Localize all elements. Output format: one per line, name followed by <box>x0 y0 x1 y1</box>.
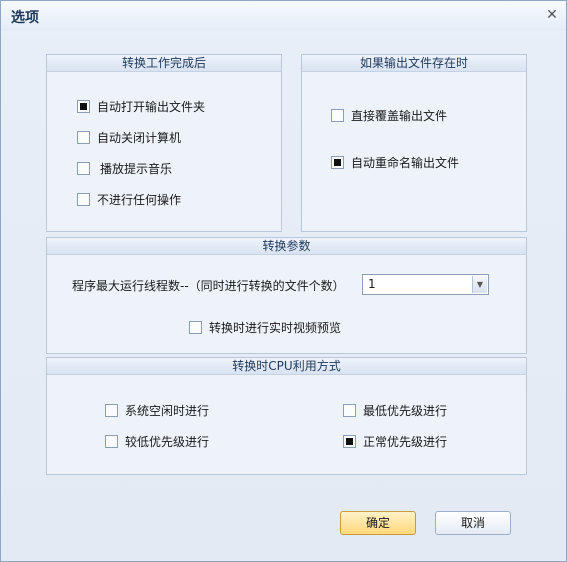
checkbox[interactable] <box>343 404 356 417</box>
option-realtime-preview[interactable]: 转换时进行实时视频预览 <box>189 319 341 336</box>
option-play-sound[interactable]: 播放提示音乐 <box>77 160 172 177</box>
checkbox[interactable] <box>77 100 90 113</box>
option-label: 系统空闲时进行 <box>125 404 210 418</box>
title-bar: 选项 ✕ <box>1 1 566 31</box>
option-label: 直接覆盖输出文件 <box>351 109 448 123</box>
option-auto-rename[interactable]: 自动重命名输出文件 <box>331 154 459 171</box>
option-overwrite[interactable]: 直接覆盖输出文件 <box>331 107 447 124</box>
threads-select[interactable]: 1 ▼ <box>362 274 489 295</box>
checkbox[interactable] <box>105 435 118 448</box>
checkbox[interactable] <box>343 435 356 448</box>
group-file-exists: 如果输出文件存在时 直接覆盖输出文件 自动重命名输出文件 <box>301 54 527 232</box>
option-label: 不进行任何操作 <box>97 193 182 207</box>
checkbox[interactable] <box>77 162 90 175</box>
chevron-down-icon[interactable]: ▼ <box>472 276 487 293</box>
option-label: 最低优先级进行 <box>363 404 448 418</box>
ok-button[interactable]: 确定 <box>340 511 416 535</box>
option-label: 较低优先级进行 <box>125 435 210 449</box>
group-after-conversion: 转换工作完成后 自动打开输出文件夹 自动关闭计算机 播放提示音乐 不进行任何操作 <box>46 54 282 232</box>
group-cpu-usage-title: 转换时CPU利用方式 <box>47 358 526 375</box>
group-conversion-params: 转换参数 程序最大运行线程数--（同时进行转换的文件个数） 1 ▼ 转换时进行实… <box>46 237 527 354</box>
checkbox[interactable] <box>105 404 118 417</box>
threads-label: 程序最大运行线程数--（同时进行转换的文件个数） <box>72 279 345 293</box>
threads-value: 1 <box>368 277 376 291</box>
checkbox[interactable] <box>331 109 344 122</box>
checkbox[interactable] <box>77 193 90 206</box>
checkbox[interactable] <box>331 156 344 169</box>
cancel-button[interactable]: 取消 <box>435 511 511 535</box>
option-open-output-folder[interactable]: 自动打开输出文件夹 <box>77 98 205 115</box>
option-idle[interactable]: 系统空闲时进行 <box>105 402 209 419</box>
option-label: 转换时进行实时视频预览 <box>209 321 342 335</box>
option-label: 自动重命名输出文件 <box>351 156 460 170</box>
group-file-exists-title: 如果输出文件存在时 <box>302 55 526 72</box>
option-label: 自动打开输出文件夹 <box>97 100 206 114</box>
option-no-action[interactable]: 不进行任何操作 <box>77 191 181 208</box>
group-conversion-params-title: 转换参数 <box>47 238 526 255</box>
dialog-title: 选项 <box>11 10 39 26</box>
option-lowest-priority[interactable]: 最低优先级进行 <box>343 402 447 419</box>
checkbox[interactable] <box>77 131 90 144</box>
option-low-priority[interactable]: 较低优先级进行 <box>105 433 209 450</box>
group-cpu-usage: 转换时CPU利用方式 系统空闲时进行 最低优先级进行 较低优先级进行 正常优先级… <box>46 357 527 475</box>
option-normal-priority[interactable]: 正常优先级进行 <box>343 433 447 450</box>
option-label: 自动关闭计算机 <box>97 131 182 145</box>
option-label: 播放提示音乐 <box>100 162 173 176</box>
group-after-conversion-title: 转换工作完成后 <box>47 55 281 72</box>
checkbox[interactable] <box>189 321 202 334</box>
options-dialog: 选项 ✕ 转换工作完成后 自动打开输出文件夹 自动关闭计算机 播放提示音乐 不进… <box>0 0 567 562</box>
close-icon[interactable]: ✕ <box>544 7 560 23</box>
option-label: 正常优先级进行 <box>363 435 448 449</box>
option-shutdown-computer[interactable]: 自动关闭计算机 <box>77 129 181 146</box>
